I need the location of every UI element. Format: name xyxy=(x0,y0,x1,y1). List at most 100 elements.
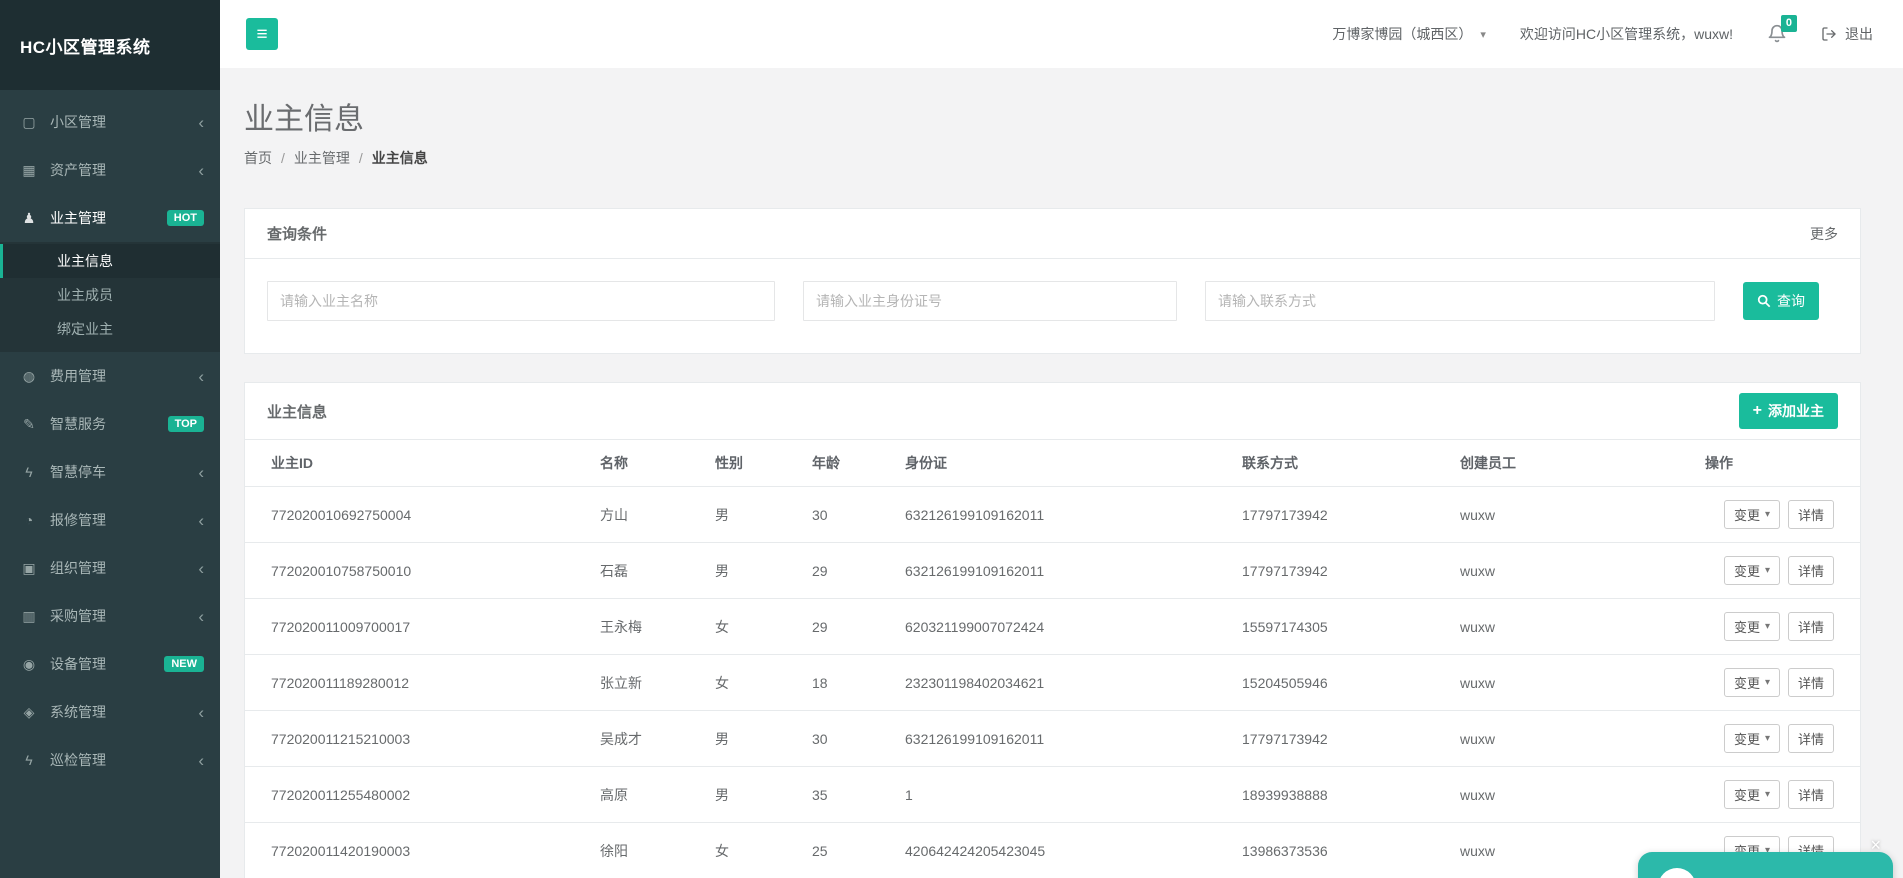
sidebar-item-label: 报修管理 xyxy=(50,510,186,530)
cell-owner-id: 772020011215210003 xyxy=(245,711,590,767)
change-button-label: 变更 xyxy=(1734,561,1760,580)
detail-button[interactable]: 详情 xyxy=(1788,612,1834,641)
sidebar-item-label: 系统管理 xyxy=(50,702,186,722)
sidebar-item-inspection[interactable]: ϟ巡检管理‹ xyxy=(0,736,220,784)
cell-owner-id: 772020011009700017 xyxy=(245,599,590,655)
cart-icon: ▥ xyxy=(20,608,38,625)
logout-button[interactable]: 退出 xyxy=(1821,24,1873,44)
change-button[interactable]: 变更▾ xyxy=(1724,780,1780,809)
detail-button[interactable]: 详情 xyxy=(1788,500,1834,529)
add-owner-label: 添加业主 xyxy=(1768,401,1824,421)
owner-idcard-input[interactable] xyxy=(803,281,1177,321)
column-header: 业主ID xyxy=(245,440,590,487)
owner-table: 业主ID名称性别年龄身份证联系方式创建员工操作 7720200106927500… xyxy=(245,440,1860,878)
cell-owner-id: 772020011189280012 xyxy=(245,655,590,711)
change-button[interactable]: 变更▾ xyxy=(1724,500,1780,529)
cell-owner-name: 石磊 xyxy=(590,543,705,599)
query-form: 查询 xyxy=(245,259,1860,353)
sidebar-item-owner[interactable]: ♟业主管理HOT xyxy=(0,194,220,242)
change-button[interactable]: 变更▾ xyxy=(1724,724,1780,753)
cell-actions: 变更▾ 详情 xyxy=(1695,487,1860,543)
change-button[interactable]: 变更▾ xyxy=(1724,612,1780,641)
community-selector[interactable]: 万博家博园（城西区） ▾ xyxy=(1332,24,1486,44)
monitor-icon: ▢ xyxy=(20,114,38,131)
menu-badge: NEW xyxy=(164,656,204,672)
owner-name-input[interactable] xyxy=(267,281,775,321)
sidebar-item-repair[interactable]: ◔报修管理‹ xyxy=(0,496,220,544)
chevron-left-icon: ‹ xyxy=(198,704,204,721)
column-header: 年龄 xyxy=(802,440,895,487)
add-owner-button[interactable]: + 添加业主 xyxy=(1739,393,1838,429)
detail-button[interactable]: 详情 xyxy=(1788,724,1834,753)
sidebar-subitem-owner-bind[interactable]: 绑定业主 xyxy=(0,312,220,346)
detail-button[interactable]: 详情 xyxy=(1788,780,1834,809)
sidebar-item-system[interactable]: ◈系统管理‹ xyxy=(0,688,220,736)
notification-bell[interactable]: 0 xyxy=(1767,24,1787,44)
sidebar-item-org[interactable]: ▣组织管理‹ xyxy=(0,544,220,592)
detail-button[interactable]: 详情 xyxy=(1788,556,1834,585)
caret-down-icon: ▾ xyxy=(1765,622,1770,632)
device-icon: ◉ xyxy=(20,656,38,673)
cell-id-card: 632126199109162011 xyxy=(895,711,1232,767)
table-row: 772020010758750010石磊男2963212619910916201… xyxy=(245,543,1860,599)
detail-button[interactable]: 详情 xyxy=(1788,668,1834,697)
sidebar-subitem-owner-member[interactable]: 业主成员 xyxy=(0,278,220,312)
sidebar-item-purchase[interactable]: ▥采购管理‹ xyxy=(0,592,220,640)
cell-id-card: 1 xyxy=(895,767,1232,823)
cell-actions: 变更 ▾ 详情 xyxy=(1695,543,1860,599)
breadcrumb-home[interactable]: 首页 xyxy=(244,148,272,168)
change-button[interactable]: 变更▾ xyxy=(1724,668,1780,697)
table-row: 772020011215210003吴成才男306321261991091620… xyxy=(245,711,1860,767)
cell-id-card: 632126199109162011 xyxy=(895,487,1232,543)
owner-table-panel: 业主信息 + 添加业主 业主ID名称性别年龄身份证联系方式创建员工操作 7720… xyxy=(244,382,1861,878)
sidebar-item-device[interactable]: ◉ 设备管理 NEW xyxy=(0,640,220,688)
sidebar-subitem-owner-info[interactable]: 业主信息 xyxy=(0,244,220,278)
cell-owner-name: 张立新 xyxy=(590,655,705,711)
sidebar-item-fee[interactable]: ◍费用管理‹ xyxy=(0,352,220,400)
contact-input[interactable] xyxy=(1205,281,1715,321)
cell-gender: 女 xyxy=(705,599,802,655)
checkin-widget[interactable]: ✓ 每日签到 xyxy=(1638,852,1893,878)
hamburger-icon: ≡ xyxy=(256,25,267,44)
sidebar-item-smart-service[interactable]: ✎智慧服务TOP xyxy=(0,400,220,448)
cell-age: 18 xyxy=(802,655,895,711)
bolt-icon: ϟ xyxy=(20,464,38,480)
sidebar-item-community[interactable]: ▢小区管理‹ xyxy=(0,98,220,146)
table-panel-title: 业主信息 xyxy=(267,401,327,422)
chevron-left-icon: ‹ xyxy=(198,608,204,625)
cell-gender: 女 xyxy=(705,655,802,711)
patrol-icon: ϟ xyxy=(20,752,38,768)
cell-owner-id: 772020010758750010 xyxy=(245,543,590,599)
cell-creator: wuxw xyxy=(1450,655,1695,711)
sidebar-item-asset[interactable]: ▦资产管理‹ xyxy=(0,146,220,194)
community-selector-label: 万博家博园（城西区） xyxy=(1332,24,1472,44)
cell-phone: 17797173942 xyxy=(1232,543,1450,599)
plus-icon: + xyxy=(1753,403,1762,419)
search-icon xyxy=(1757,294,1771,308)
change-button-label: 变更 xyxy=(1734,505,1760,524)
cell-actions: 变更▾ 详情 xyxy=(1695,655,1860,711)
caret-down-icon: ▾ xyxy=(1765,566,1770,576)
chevron-left-icon: ‹ xyxy=(198,560,204,577)
sidebar-item-parking[interactable]: ϟ智慧停车‹ xyxy=(0,448,220,496)
query-panel-head: 查询条件 更多 xyxy=(245,209,1860,259)
more-link[interactable]: 更多 xyxy=(1810,224,1838,244)
chevron-left-icon: ‹ xyxy=(198,752,204,769)
edit-icon: ✎ xyxy=(20,416,38,433)
column-header: 名称 xyxy=(590,440,705,487)
change-button[interactable]: 变更 ▾ xyxy=(1724,556,1780,585)
sidebar-item-label: 设备管理 xyxy=(50,654,152,674)
cell-actions: 变更▾ 详情 xyxy=(1695,767,1860,823)
column-header: 操作 xyxy=(1695,440,1860,487)
cell-phone: 18939938888 xyxy=(1232,767,1450,823)
sidebar-item-label: 小区管理 xyxy=(50,112,186,132)
cell-id-card: 420642424205423045 xyxy=(895,823,1232,878)
cell-age: 30 xyxy=(802,711,895,767)
breadcrumb-owner-mgmt[interactable]: 业主管理 xyxy=(272,148,350,168)
user-icon: ♟ xyxy=(20,210,38,227)
search-button[interactable]: 查询 xyxy=(1743,282,1819,320)
breadcrumb-current: 业主信息 xyxy=(350,148,428,168)
change-button-label: 变更 xyxy=(1734,673,1760,692)
chevron-down-icon: ▾ xyxy=(1480,28,1486,41)
sidebar-toggle-button[interactable]: ≡ xyxy=(246,18,278,50)
